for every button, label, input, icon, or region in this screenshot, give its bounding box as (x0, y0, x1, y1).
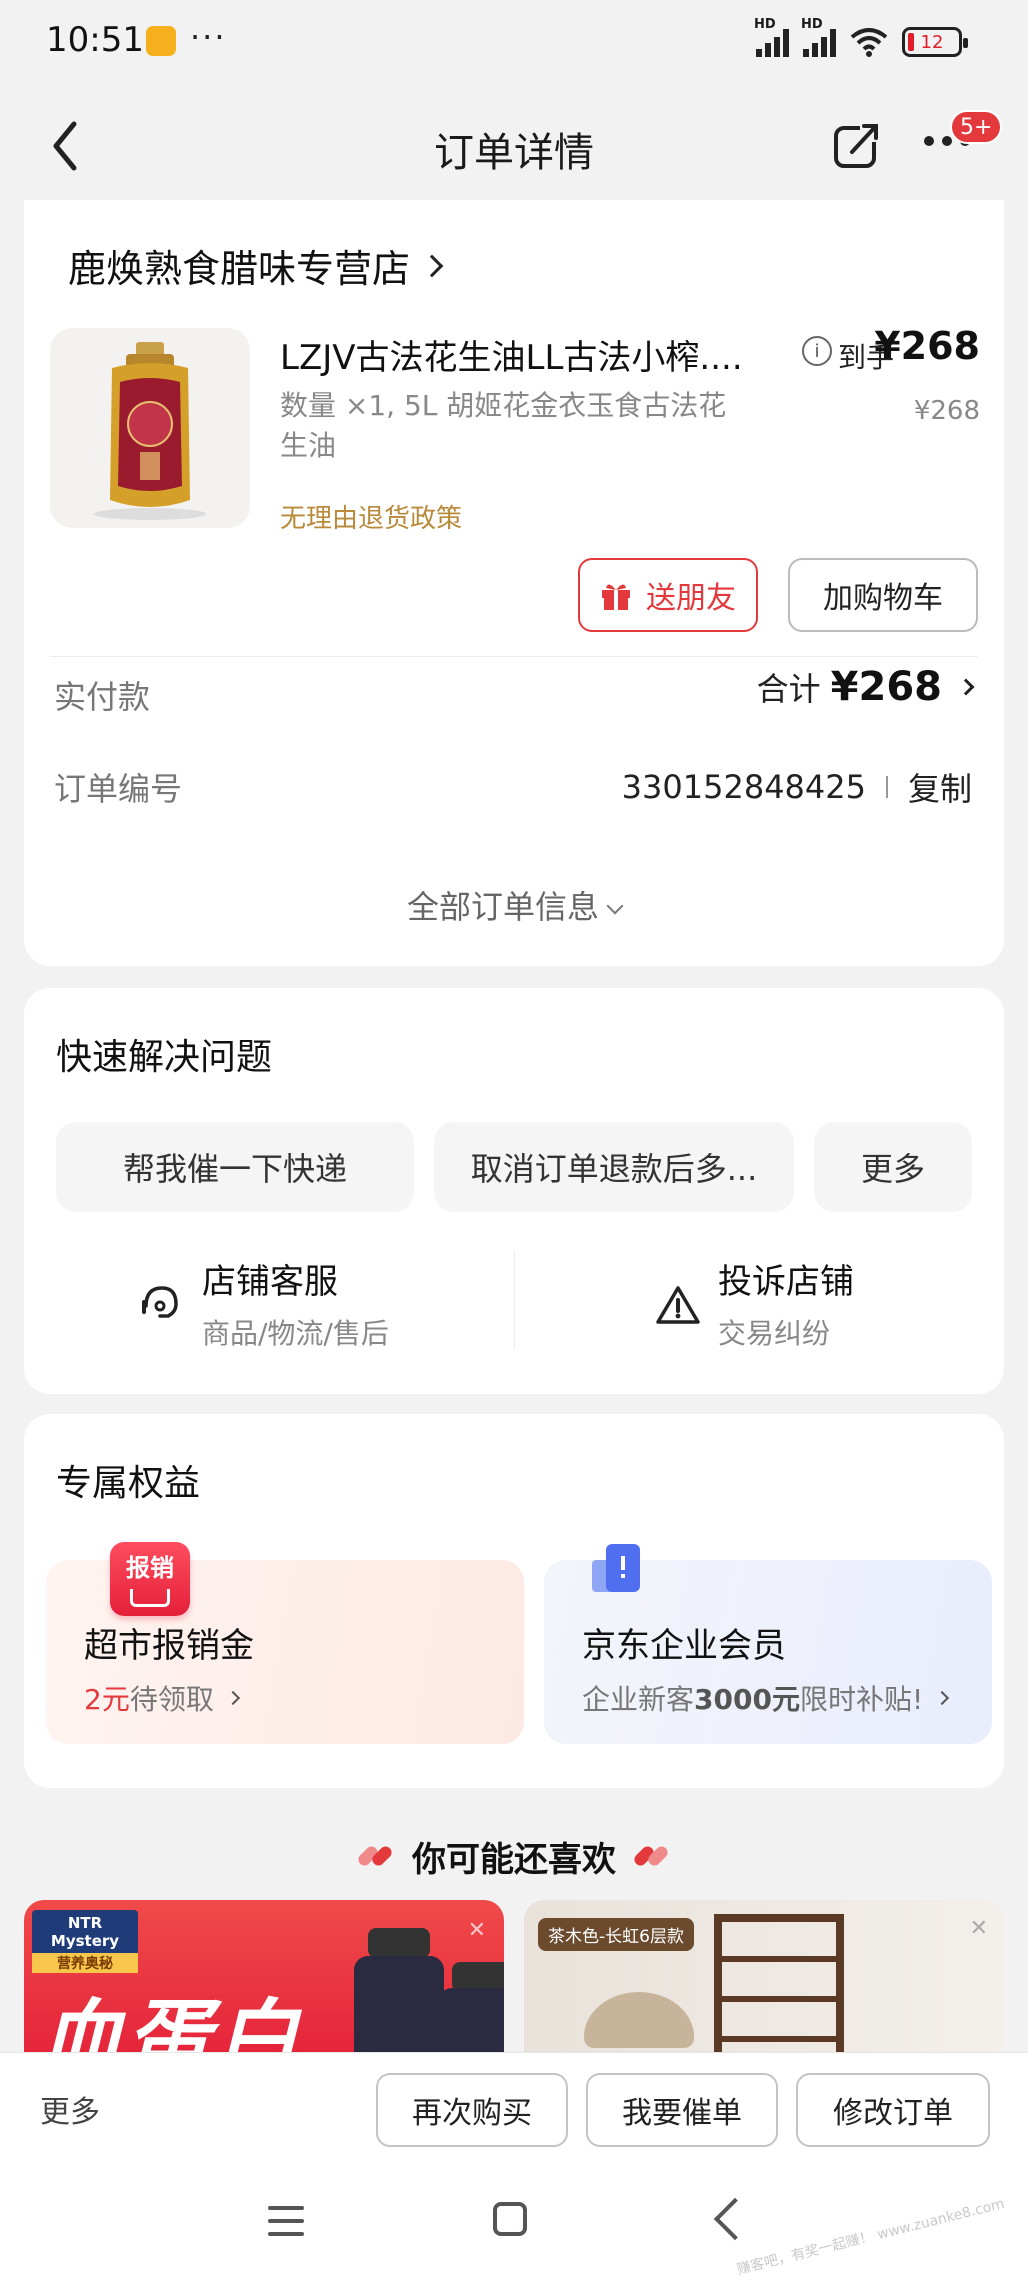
home-icon[interactable] (493, 2202, 527, 2236)
system-nav-bar (0, 2162, 1028, 2284)
benefit-status: 待领取 (129, 1683, 214, 1716)
total-prefix: 合计 (756, 670, 821, 708)
close-icon[interactable]: ✕ (970, 1916, 988, 1941)
quick-solve-title: 快速解决问题 (56, 1037, 273, 1078)
benefit-sub: 2元 待领取 (84, 1678, 240, 1718)
product-image[interactable] (50, 328, 250, 528)
reimburse-icon-label: 报销 (126, 1554, 174, 1582)
share-icon[interactable] (832, 120, 882, 170)
complaint-title[interactable]: 投诉店铺 (718, 1254, 854, 1303)
unit-price: ¥268 (913, 396, 980, 426)
more-actions-link[interactable]: 更多 (40, 2087, 100, 2131)
complaint-sub: 交易纠纷 (718, 1317, 831, 1350)
product-title[interactable]: LZJV古法花生油LL古法小榨.... (280, 330, 780, 379)
divider (50, 656, 978, 657)
decor-icon (631, 1843, 671, 1868)
signal-icon-2: HD (801, 17, 836, 57)
headset-icon[interactable] (136, 1280, 184, 1328)
benefit-title: 超市报销金 (84, 1626, 254, 1666)
order-number: 330152848425 (621, 768, 866, 806)
payment-label: 实付款 (54, 678, 151, 716)
benefit-sub-prefix: 企业新客 (582, 1683, 695, 1716)
nav-bar: 订单详情 5+ (0, 84, 1028, 208)
return-policy[interactable]: 无理由退货政策 (280, 498, 462, 535)
separator (885, 776, 888, 798)
store-name: 鹿焕熟食腊味专营店 (68, 247, 411, 291)
recommend-title-text: 你可能还喜欢 (412, 1840, 616, 1880)
product-headline: 血蛋白 (38, 1990, 303, 2056)
chevron-right-icon (225, 1690, 240, 1706)
urge-delivery-button[interactable]: 帮我催一下快递 (56, 1122, 414, 1212)
close-icon[interactable]: ✕ (468, 1918, 486, 1943)
oil-bottle-image (94, 342, 206, 520)
reimburse-icon: 报销 (110, 1542, 190, 1616)
lamp-image (584, 1992, 694, 2048)
store-service-sub: 商品/物流/售后 (202, 1317, 389, 1350)
recommend-item[interactable]: NTR Mystery 营养奥秘 血蛋白 ✕ (24, 1900, 504, 2056)
status-bar: 10:51 ··· HD HD 12 (0, 0, 1028, 84)
benefit-amount: 2元 (84, 1683, 130, 1716)
send-to-friend-button[interactable]: 送朋友 (578, 558, 758, 632)
bottom-action-bar: 更多 再次购买 我要催单 修改订单 (0, 2052, 1028, 2162)
all-order-info-label: 全部订单信息 (406, 888, 599, 926)
chevron-down-icon (606, 897, 624, 915)
wifi-icon (850, 28, 888, 57)
product-tag: 茶木色-长虹6层款 (538, 1918, 694, 1951)
menu-icon[interactable] (268, 2206, 304, 2245)
send-to-friend-label: 送朋友 (646, 581, 736, 616)
brand-name: NTR Mystery (50, 1914, 120, 1950)
total-amount: ¥268 (830, 664, 942, 710)
notification-app-icon (146, 26, 176, 56)
chevron-right-icon (935, 1690, 950, 1706)
recommend-item[interactable]: 茶木色-长虹6层款 ✕ (524, 1900, 1004, 2056)
bottle-image (438, 1988, 504, 2056)
product-spec: 数量 ×1, 5L 胡姬花金衣玉食古法花生油 (280, 389, 727, 462)
signal-icon: HD (754, 17, 789, 57)
copy-button[interactable]: 复制 (908, 764, 972, 810)
buy-again-button[interactable]: 再次购买 (376, 2073, 568, 2147)
benefits-title: 专属权益 (56, 1463, 201, 1504)
bottle-cap-image (368, 1928, 430, 1958)
store-service-title[interactable]: 店铺客服 (202, 1254, 338, 1303)
warning-icon[interactable] (654, 1282, 702, 1330)
cancel-refund-button[interactable]: 取消订单退款后多... (434, 1122, 794, 1212)
chevron-right-icon (420, 254, 444, 277)
status-indicators: HD HD 12 (754, 17, 968, 62)
message-badge: 5+ (950, 110, 1003, 144)
status-time: 10:51 (46, 20, 144, 60)
order-number-row: 330152848425 复制 (622, 764, 972, 810)
more-notifications-icon: ··· (190, 18, 227, 56)
decor-icon (355, 1843, 395, 1868)
payment-total-link[interactable]: 合计 ¥268 (756, 664, 975, 710)
battery-icon: 12 (902, 27, 968, 57)
bottle-image (354, 1956, 444, 2056)
benefit-amount: 3000元 (694, 1683, 800, 1716)
enterprise-building-icon (592, 1544, 640, 1592)
shelf-image (714, 1914, 844, 2056)
brand-sub: 营养奥秘 (32, 1953, 138, 1973)
order-card: 鹿焕熟食腊味专营店 LZJV古法花生油LL古法小榨.... i 到手 ¥268 … (24, 200, 1004, 966)
system-back-icon[interactable] (713, 2197, 757, 2241)
all-order-info-toggle[interactable]: 全部订单信息 (24, 882, 1004, 928)
chevron-right-icon (957, 678, 975, 696)
more-quick-button[interactable]: 更多 (814, 1122, 972, 1212)
quick-solve-card: 快速解决问题 帮我催一下快递 取消订单退款后多... 更多 店铺客服 商品/物流… (24, 988, 1004, 1394)
info-icon[interactable]: i (802, 336, 832, 366)
urge-order-button[interactable]: 我要催单 (586, 2073, 778, 2147)
add-to-cart-button[interactable]: 加购物车 (788, 558, 978, 632)
brand-logo: NTR Mystery 营养奥秘 (32, 1910, 138, 1973)
final-price: ¥268 (874, 324, 980, 368)
battery-level: 12 (920, 31, 944, 53)
order-number-label: 订单编号 (54, 770, 183, 808)
gift-icon (602, 584, 630, 610)
divider (514, 1250, 515, 1350)
modify-order-button[interactable]: 修改订单 (796, 2073, 990, 2147)
benefit-title: 京东企业会员 (582, 1626, 786, 1666)
recommend-title: 你可能还喜欢 (0, 1832, 1028, 1881)
store-link[interactable]: 鹿焕熟食腊味专营店 (68, 238, 444, 293)
benefit-status: 限时补贴! (799, 1683, 924, 1716)
benefit-sub: 企业新客 3000元 限时补贴! (582, 1678, 950, 1718)
